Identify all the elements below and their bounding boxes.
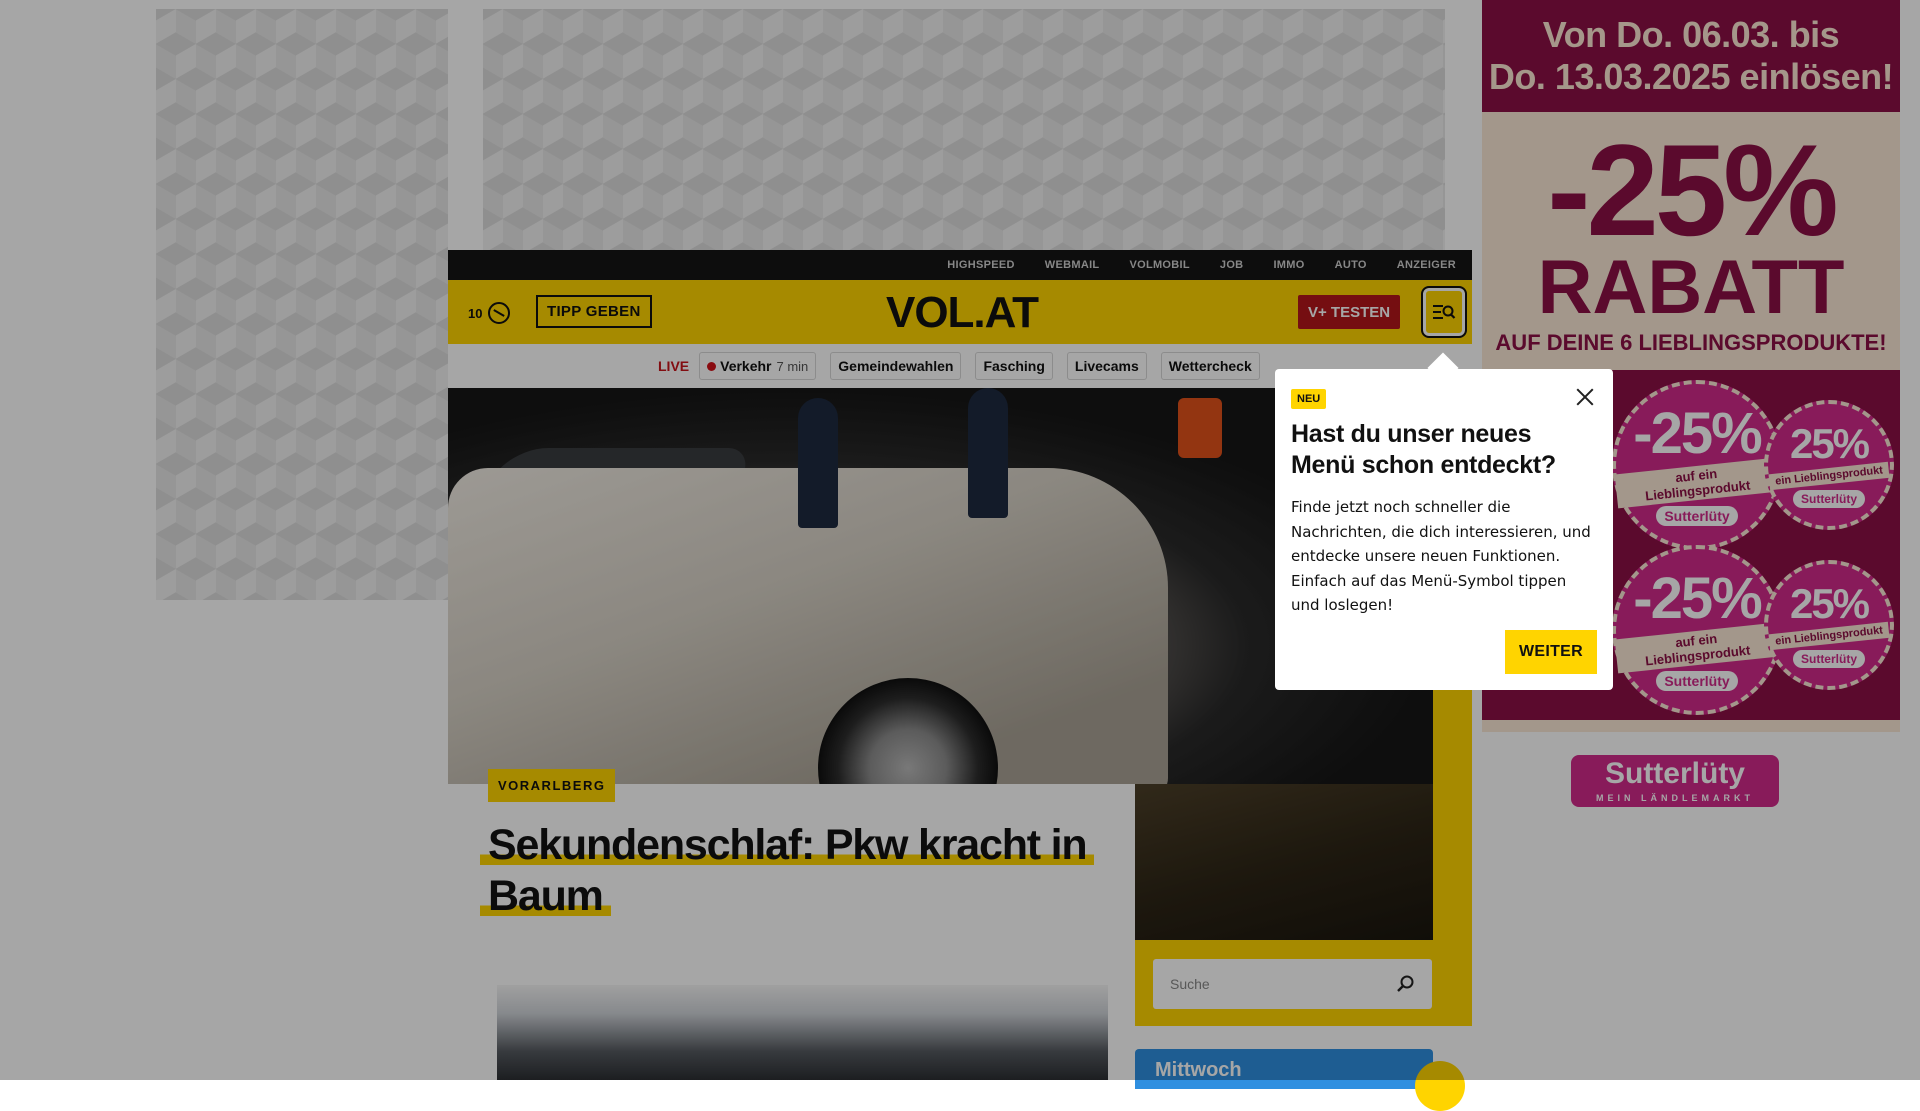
chip-livecams[interactable]: Livecams [1066,352,1147,380]
site-header: 10 TIPP GEBEN VOL.AT V+ TESTEN [448,280,1472,344]
weather-teaser[interactable]: Mittwoch [1135,1049,1465,1111]
ad-date-line2: Do. 13.03.2025 einlösen! [1488,56,1894,97]
topbar-link-job[interactable]: JOB [1220,259,1244,271]
ad-sticker: -25% auf ein Lieblingsprodukt Sutterlüty [1612,545,1782,715]
ad-sticker-brand: Sutterlüty [1656,506,1738,526]
search-placeholder: Suche [1170,976,1210,992]
ad-sticker-percent: 25% [1789,420,1870,467]
ad-placeholder-top [483,9,1445,250]
ad-sticker-brand: Sutterlüty [1792,490,1865,508]
weiter-button[interactable]: WEITER [1504,630,1597,674]
chip-wettercheck[interactable]: Wettercheck [1160,352,1260,380]
ad-brand-subline: MEIN LÄNDLEMARKT [1596,793,1754,803]
menu-search-button[interactable] [1421,286,1467,338]
close-icon[interactable] [1575,387,1595,407]
hero-firefighter [798,398,838,528]
topbar-link-anzeiger[interactable]: ANZEIGER [1397,259,1456,271]
ad-sticker-brand: Sutterlüty [1792,650,1865,668]
ad-sticker: 25% ein Lieblingsprodukt Sutterlüty [1764,560,1894,690]
chip-gemeindewahlen[interactable]: Gemeindewahlen [830,352,962,380]
article-headline-line2: Baum [480,872,611,920]
topbar-link-immo[interactable]: IMMO [1273,259,1304,271]
weather-temp-widget[interactable]: 10 [468,302,511,324]
article-category-tag[interactable]: VORARLBERG [488,769,616,802]
topbar-link-auto[interactable]: AUTO [1335,259,1367,271]
ad-rabatt: RABATT [1537,245,1845,330]
hero-firefighter [968,388,1008,518]
ad-sticker-percent: -25% [1633,401,1762,466]
live-label: LIVE [658,358,690,374]
ad-brand-name: Sutterlüty [1604,757,1745,790]
temperature-value: 10 [468,305,483,321]
search-icon [1397,975,1414,992]
live-dot-icon [707,361,717,371]
article-headline-line1: Sekundenschlaf: Pkw kracht in [480,821,1095,869]
search-input[interactable]: Suche [1153,959,1432,1009]
chip-fasching[interactable]: Fasching [975,352,1053,380]
menu-search-icon [1433,305,1456,319]
weather-day: Mittwoch [1155,1059,1242,1081]
popup-title: Hast du unser neues Menü schon entdeckt? [1291,420,1556,479]
ad-brand-logo: Sutterlüty MEIN LÄNDLEMARKT [1571,755,1779,807]
ad-sticker-percent: 25% [1789,580,1870,627]
ad-sticker: -25% auf ein Lieblingsprodukt Sutterlüty [1612,380,1782,550]
chip-verkehr-time: 7 min [776,358,809,374]
topbar-link-webmail[interactable]: WEBMAIL [1045,259,1100,271]
ad-discount: -25% [1547,117,1838,263]
chip-verkehr[interactable]: Verkehr 7 min [699,352,817,380]
sun-icon [1415,1061,1465,1111]
tipp-geben-button[interactable]: TIPP GEBEN [536,295,652,328]
topbar-link-volmobil[interactable]: VOLMOBIL [1129,259,1189,271]
ad-sticker: 25% ein Lieblingsprodukt Sutterlüty [1764,400,1894,530]
topbar-link-highspeed[interactable]: HIGHSPEED [947,259,1015,271]
weather-icon [488,302,511,324]
site-logo[interactable]: VOL.AT [872,288,1052,338]
ad-placeholder-left [156,9,448,600]
ad-sticker-percent: -25% [1633,566,1762,631]
new-menu-popup: NEU Hast du unser neues Menü schon entde… [1275,369,1613,690]
vplus-test-button[interactable]: V+ TESTEN [1298,295,1401,329]
chip-verkehr-label: Verkehr [720,358,772,374]
top-service-bar: HIGHSPEED WEBMAIL VOLMOBIL JOB IMMO AUTO… [448,250,1472,280]
ad-date-banner: Von Do. 06.03. bis Do. 13.03.2025 einlös… [1482,0,1900,112]
ad-sticker-brand: Sutterlüty [1656,671,1738,691]
ad-subline: AUF DEINE 6 LIEBLINGSPRODUKTE! [1495,330,1887,355]
article-image [497,985,1108,1080]
hero-firefighter-vest [1178,398,1222,458]
new-badge: NEU [1291,389,1327,409]
ad-date-line1: Von Do. 06.03. bis [1542,14,1840,55]
article-headline[interactable]: Sekundenschlaf: Pkw kracht in Baum [480,820,1100,922]
popup-body: Finde jetzt noch schneller die Nachricht… [1291,498,1591,614]
